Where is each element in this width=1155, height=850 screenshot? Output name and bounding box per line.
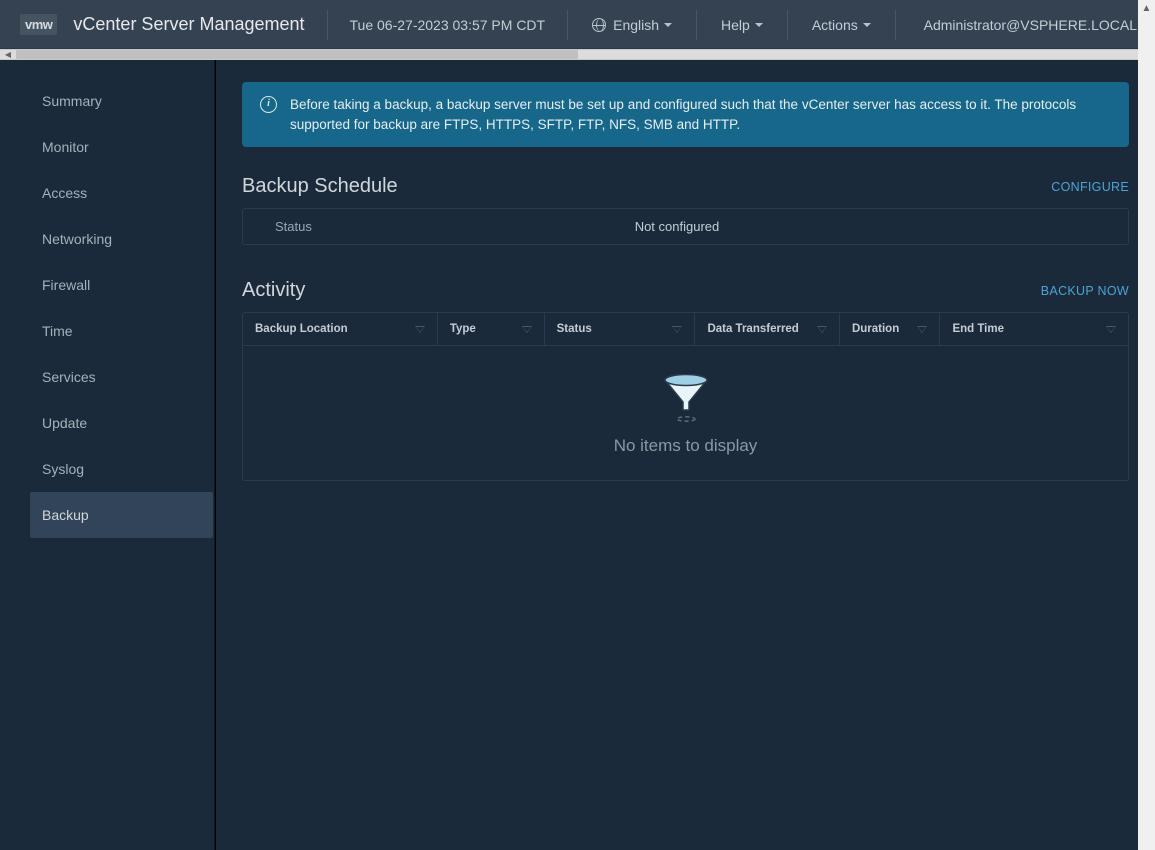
filter-icon[interactable] xyxy=(522,326,532,333)
activity-table: Backup Location Type Status Data Transfe… xyxy=(242,312,1129,481)
help-label: Help xyxy=(721,17,750,33)
status-value: Not configured xyxy=(615,209,740,244)
activity-table-header: Backup Location Type Status Data Transfe… xyxy=(243,313,1128,346)
info-banner: i Before taking a backup, a backup serve… xyxy=(242,82,1129,147)
sidebar-item-backup[interactable]: Backup xyxy=(30,492,213,538)
chevron-down-icon xyxy=(755,23,763,27)
sidebar-nav: Summary Monitor Access Networking Firewa… xyxy=(0,60,216,850)
scroll-left-icon[interactable]: ◀ xyxy=(0,50,16,59)
filter-icon[interactable] xyxy=(1106,326,1116,333)
sidebar-item-access[interactable]: Access xyxy=(0,170,215,216)
language-label: English xyxy=(613,17,659,33)
filter-icon[interactable] xyxy=(917,326,927,333)
activity-title: Activity xyxy=(242,279,305,302)
sidebar-item-networking[interactable]: Networking xyxy=(0,216,215,262)
empty-funnel-icon xyxy=(663,374,709,424)
sidebar-item-services[interactable]: Services xyxy=(0,354,215,400)
scrollbar-track[interactable] xyxy=(578,50,1140,59)
vertical-scrollbar[interactable]: ▲ xyxy=(1138,0,1155,850)
col-label: Type xyxy=(450,323,476,335)
sidebar-item-firewall[interactable]: Firewall xyxy=(0,262,215,308)
app-title: vCenter Server Management xyxy=(73,14,326,35)
scrollbar-thumb[interactable] xyxy=(16,50,578,59)
filter-icon[interactable] xyxy=(415,326,425,333)
scrollbar-track[interactable] xyxy=(1138,17,1155,850)
horizontal-scrollbar[interactable]: ◀ ▶ xyxy=(0,49,1155,60)
language-menu[interactable]: English xyxy=(568,0,696,49)
backup-schedule-title: Backup Schedule xyxy=(242,175,398,198)
chevron-down-icon xyxy=(863,23,871,27)
col-data-transferred[interactable]: Data Transferred xyxy=(695,313,840,345)
globe-icon xyxy=(592,18,606,32)
col-label: Duration xyxy=(852,323,899,335)
info-icon: i xyxy=(260,96,277,113)
actions-label: Actions xyxy=(812,17,858,33)
scroll-up-icon[interactable]: ▲ xyxy=(1138,0,1155,17)
header-datetime: Tue 06-27-2023 03:57 PM CDT xyxy=(328,17,568,33)
col-label: End Time xyxy=(952,323,1004,335)
actions-menu[interactable]: Actions xyxy=(788,0,895,49)
backup-schedule-header: Backup Schedule CONFIGURE xyxy=(242,175,1129,198)
app-header: vmw vCenter Server Management Tue 06-27-… xyxy=(0,0,1155,49)
col-backup-location[interactable]: Backup Location xyxy=(243,313,438,345)
vmware-logo: vmw xyxy=(20,14,57,35)
sidebar-item-update[interactable]: Update xyxy=(0,400,215,446)
sidebar-item-monitor[interactable]: Monitor xyxy=(0,124,215,170)
filter-icon[interactable] xyxy=(672,326,682,333)
empty-state: No items to display xyxy=(243,346,1128,480)
empty-state-text: No items to display xyxy=(243,436,1128,456)
activity-header: Activity BACKUP NOW xyxy=(242,279,1129,302)
backup-now-button[interactable]: BACKUP NOW xyxy=(1041,284,1129,298)
configure-button[interactable]: CONFIGURE xyxy=(1051,180,1129,194)
user-menu[interactable]: Administrator@VSPHERE.LOCAL xyxy=(902,17,1155,33)
help-menu[interactable]: Help xyxy=(697,0,787,49)
status-label: Status xyxy=(243,209,615,244)
col-status[interactable]: Status xyxy=(545,313,696,345)
header-separator xyxy=(895,10,896,40)
chevron-down-icon xyxy=(664,23,672,27)
sidebar-item-summary[interactable]: Summary xyxy=(0,78,215,124)
col-duration[interactable]: Duration xyxy=(840,313,940,345)
col-type[interactable]: Type xyxy=(438,313,545,345)
sidebar-item-time[interactable]: Time xyxy=(0,308,215,354)
col-end-time[interactable]: End Time xyxy=(940,313,1128,345)
backup-schedule-status-row: Status Not configured xyxy=(242,208,1129,245)
col-label: Backup Location xyxy=(255,323,348,335)
filter-icon[interactable] xyxy=(817,326,827,333)
col-label: Status xyxy=(557,323,592,335)
main-content: i Before taking a backup, a backup serve… xyxy=(216,60,1155,850)
sidebar-item-syslog[interactable]: Syslog xyxy=(0,446,215,492)
info-banner-text: Before taking a backup, a backup server … xyxy=(290,95,1111,134)
col-label: Data Transferred xyxy=(707,323,798,335)
